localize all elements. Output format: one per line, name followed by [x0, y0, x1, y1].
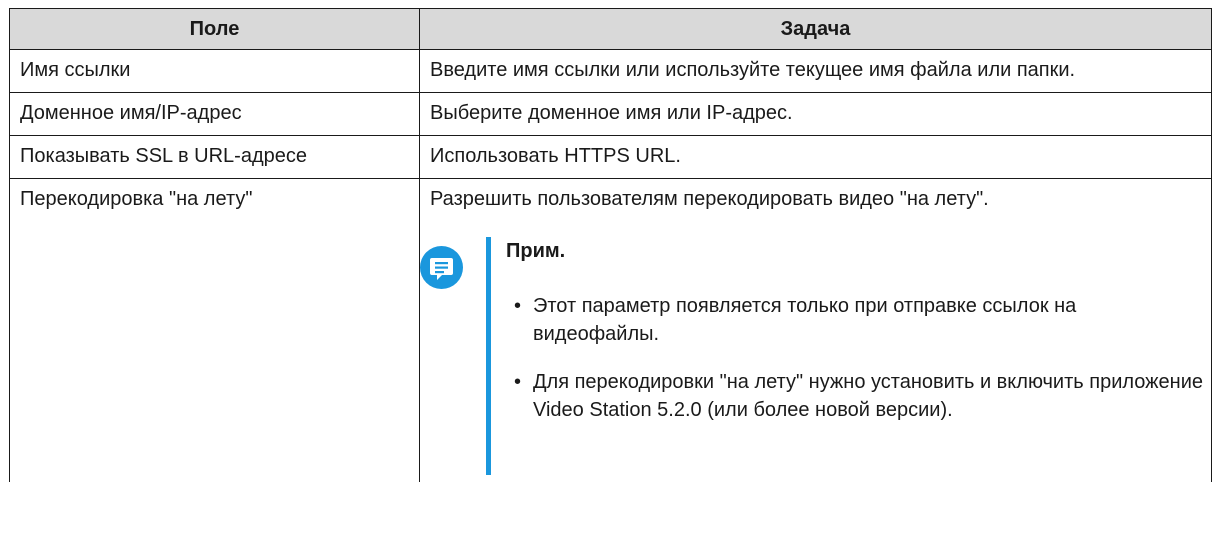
table-row: Показывать SSL в URL-адресе Использовать…: [9, 135, 1212, 179]
list-item: • Для перекодировки "на лету" нужно уста…: [506, 368, 1203, 424]
table-header-row: Поле Задача: [9, 8, 1212, 50]
bullet: •: [514, 371, 522, 393]
note-callout: Прим. • Этот параметр появляется только …: [420, 237, 1203, 475]
list-item-text: Этот параметр появляется только при отпр…: [533, 295, 1077, 345]
task-cell: Разрешить пользователям перекодировать в…: [419, 178, 1212, 482]
settings-table: Поле Задача Имя ссылки Введите имя ссылк…: [9, 8, 1212, 482]
table-row: Доменное имя/IP-адрес Выберите доменное …: [9, 92, 1212, 136]
column-header-field: Поле: [9, 8, 420, 50]
note-accent-bar: [486, 237, 491, 475]
column-header-task: Задача: [419, 8, 1212, 50]
note-title: Прим.: [506, 240, 566, 262]
field-cell: Перекодировка "на лету": [9, 178, 420, 482]
table-row: Перекодировка "на лету" Разрешить пользо…: [9, 178, 1212, 482]
task-cell: Выберите доменное имя или IP-адрес.: [419, 92, 1212, 136]
field-cell: Доменное имя/IP-адрес: [9, 92, 420, 136]
field-cell: Имя ссылки: [9, 49, 420, 93]
field-cell: Показывать SSL в URL-адресе: [9, 135, 420, 179]
task-cell: Использовать HTTPS URL.: [419, 135, 1212, 179]
task-cell: Введите имя ссылки или используйте текущ…: [419, 49, 1212, 93]
bullet: •: [514, 295, 522, 317]
note-icon: [420, 246, 463, 289]
table-row: Имя ссылки Введите имя ссылки или исполь…: [9, 49, 1212, 93]
list-item-text: Для перекодировки "на лету" нужно устано…: [533, 371, 1203, 421]
list-item: • Этот параметр появляется только при от…: [506, 292, 1203, 348]
task-text: Разрешить пользователям перекодировать в…: [430, 188, 989, 210]
note-list: • Этот параметр появляется только при от…: [506, 292, 1203, 424]
